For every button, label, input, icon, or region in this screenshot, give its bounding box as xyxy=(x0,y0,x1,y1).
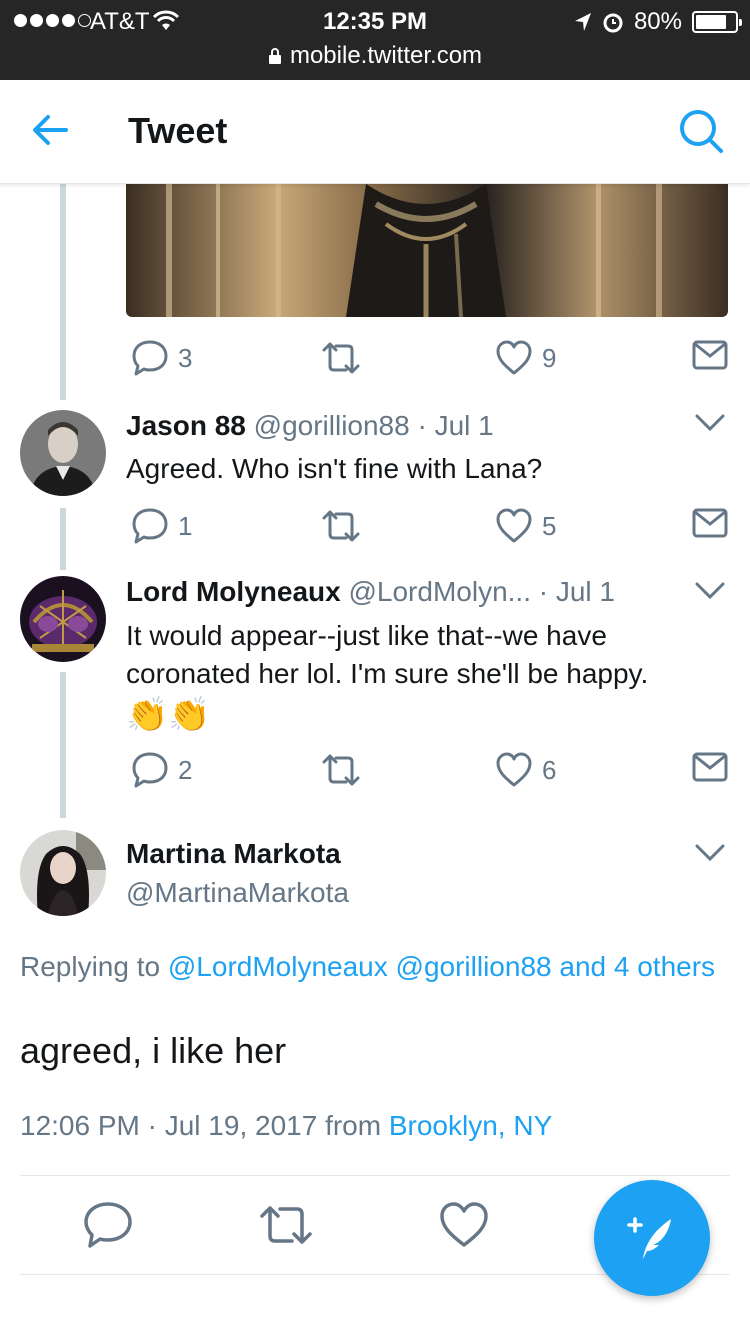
author-name[interactable]: Jason 88 xyxy=(126,410,246,441)
location-link[interactable]: Brooklyn, NY xyxy=(389,1110,552,1141)
url-bar[interactable]: mobile.twitter.com xyxy=(0,42,750,70)
replying-prefix: Replying to xyxy=(20,951,168,982)
tweet-text-line: coronated her lol. I'm sure she'll be ha… xyxy=(126,658,649,689)
lock-icon xyxy=(268,48,281,64)
replying-to-links[interactable]: @LordMolyneaux @gorillion88 and 4 others xyxy=(168,951,715,982)
clapping-emoji: 👏👏 xyxy=(126,696,211,734)
direct-message-icon xyxy=(692,752,728,782)
author-handle[interactable]: @MartinaMarkota xyxy=(126,877,349,909)
reply-count: 2 xyxy=(178,754,193,785)
author-name[interactable]: Martina Markota xyxy=(126,838,341,870)
app-header: Tweet xyxy=(0,80,750,184)
location-arrow-icon xyxy=(574,13,591,31)
tweet-media-image[interactable] xyxy=(126,184,728,317)
search-icon[interactable] xyxy=(678,108,724,154)
retweet-icon xyxy=(322,342,360,374)
chevron-down-icon[interactable] xyxy=(694,842,726,864)
reply-button[interactable]: 1 xyxy=(130,506,192,546)
like-icon xyxy=(496,340,532,375)
reply-button[interactable]: 2 xyxy=(130,750,192,790)
like-button[interactable]: 5 xyxy=(494,506,556,546)
direct-message-icon xyxy=(692,508,728,538)
author-handle-date[interactable]: @LordMolyn... · Jul 1 xyxy=(348,576,615,607)
like-count: 9 xyxy=(542,342,557,373)
tweet-text: agreed, i like her xyxy=(20,1030,287,1071)
author-handle-date[interactable]: @gorillion88 · Jul 1 xyxy=(254,410,494,441)
compose-tweet-icon xyxy=(627,1217,671,1259)
status-bar: AT&T 12:35 PM 80% mobile.twitter.com xyxy=(0,0,750,80)
avatar[interactable] xyxy=(20,830,106,916)
tweet-actions: 1 5 xyxy=(126,506,730,550)
battery-percent: 80% xyxy=(633,8,682,35)
tweet-text: Agreed. Who isn't fine with Lana? xyxy=(126,453,543,484)
tweet-actions: 3 9 xyxy=(126,338,730,382)
tweet-text: It would appear--just like that--we have… xyxy=(126,617,726,737)
compose-tweet-button[interactable] xyxy=(594,1180,710,1296)
like-count: 6 xyxy=(542,754,557,785)
reply-count: 3 xyxy=(178,342,193,373)
author-name[interactable]: Lord Molyneaux xyxy=(126,576,341,607)
back-arrow-icon[interactable] xyxy=(30,110,70,150)
retweet-button[interactable] xyxy=(318,506,364,546)
avatar[interactable] xyxy=(20,410,106,496)
retweet-button[interactable] xyxy=(318,750,364,790)
reply-icon xyxy=(132,508,168,544)
avatar[interactable] xyxy=(20,576,106,662)
retweet-button[interactable] xyxy=(318,338,364,378)
tweet-header: Jason 88 @gorillion88 · Jul 1 xyxy=(126,410,494,442)
reply-count: 1 xyxy=(178,510,193,541)
replying-to: Replying to @LordMolyneaux @gorillion88 … xyxy=(20,948,720,986)
tweet-text-line: It would appear--just like that--we have xyxy=(126,620,607,651)
like-button[interactable]: 6 xyxy=(494,750,556,790)
reply-icon xyxy=(132,752,168,788)
thread-line xyxy=(60,672,66,818)
direct-message-icon xyxy=(692,340,728,370)
tweet-header: Lord Molyneaux @LordMolyn... · Jul 1 xyxy=(126,576,615,608)
like-icon xyxy=(496,508,532,543)
reply-icon[interactable] xyxy=(82,1200,134,1250)
retweet-icon xyxy=(322,754,360,786)
reply-icon xyxy=(132,340,168,376)
divider xyxy=(20,1175,730,1176)
page-title: Tweet xyxy=(128,110,228,151)
like-count: 5 xyxy=(542,510,557,541)
retweet-icon[interactable] xyxy=(256,1200,316,1250)
reply-button[interactable]: 3 xyxy=(130,338,192,378)
alarm-icon xyxy=(603,13,623,33)
chevron-down-icon[interactable] xyxy=(694,580,726,602)
tweet-timestamp: 12:06 PM · Jul 19, 2017 from Brooklyn, N… xyxy=(20,1110,552,1142)
like-icon xyxy=(496,752,532,787)
thread-line xyxy=(60,508,66,570)
chevron-down-icon[interactable] xyxy=(694,412,726,434)
thread-line xyxy=(60,184,66,400)
like-button[interactable]: 9 xyxy=(494,338,556,378)
retweet-icon xyxy=(322,510,360,542)
direct-message-button[interactable] xyxy=(692,338,728,372)
url-text: mobile.twitter.com xyxy=(289,42,483,69)
direct-message-button[interactable] xyxy=(692,506,728,540)
timestamp-text: 12:06 PM · Jul 19, 2017 from xyxy=(20,1110,389,1141)
direct-message-button[interactable] xyxy=(692,750,728,784)
tweet-actions: 2 6 xyxy=(126,750,730,794)
battery-icon xyxy=(692,11,742,33)
like-icon[interactable] xyxy=(438,1200,490,1250)
